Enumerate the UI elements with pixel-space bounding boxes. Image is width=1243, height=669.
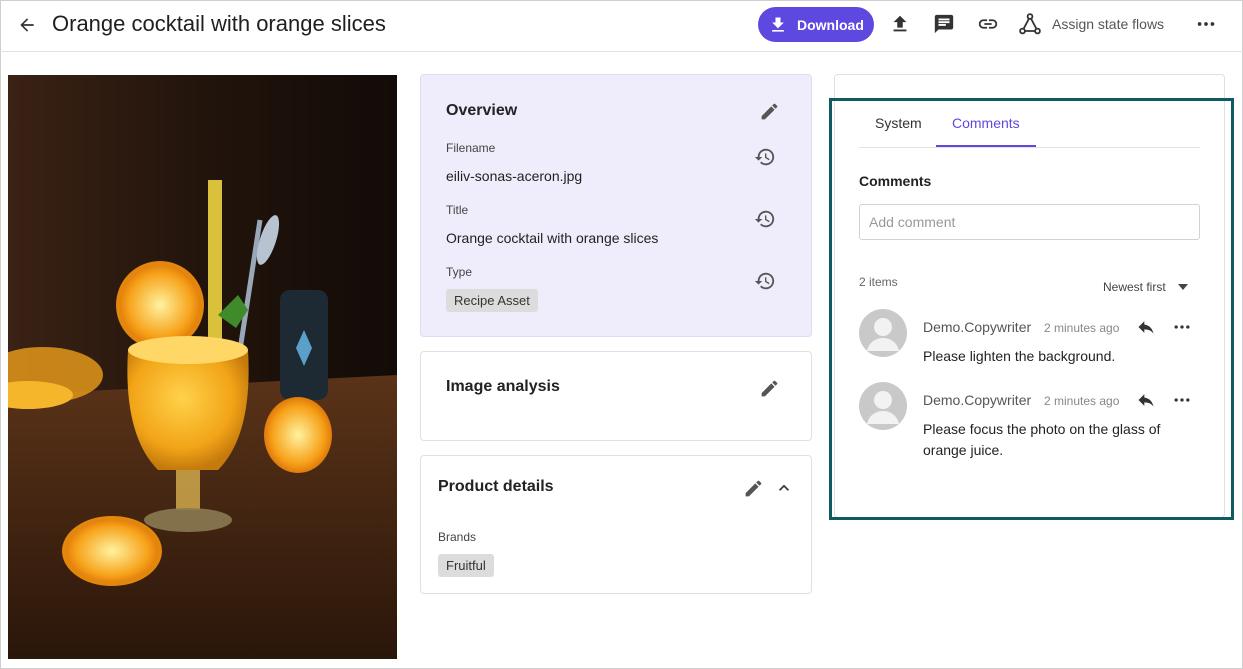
pencil-icon [745,480,761,496]
history-icon [754,272,775,290]
tab-divider [859,147,1200,148]
comment-author[interactable]: Demo.Copywriter [923,319,1031,335]
type-history-button[interactable] [753,269,777,293]
reply-icon [1138,321,1154,334]
comment-text: Please lighten the background. [923,348,1116,364]
type-label: Type [446,265,473,279]
more-horizontal-icon [1174,325,1190,329]
download-label: Download [797,16,864,33]
title-label: Title [446,203,469,217]
filename-value: eiliv-sonas-aceron.jpg [446,168,583,184]
type-chip: Recipe Asset [446,289,538,312]
reply-button[interactable] [1135,316,1157,338]
title-history-button[interactable] [753,207,777,231]
more-actions-button[interactable] [1194,12,1218,36]
assign-state-flows-label: Assign state flows [1052,16,1165,32]
upload-button[interactable] [888,12,912,36]
assign-state-flows-button[interactable]: Assign state flows [1018,11,1164,37]
filename-history-button[interactable] [753,145,777,169]
comment-text: Please focus the photo on the glass of o… [923,421,1161,458]
add-comment-input[interactable] [859,204,1200,240]
comment-time: 2 minutes ago [1044,394,1120,408]
image-analysis-card: Image analysis [420,351,812,441]
comments-section-title: Comments [859,173,932,189]
comment-more-button[interactable] [1171,389,1193,411]
page-header: Orange cocktail with orange slices Downl… [0,0,1243,52]
avatar [859,309,907,357]
upload-icon [893,15,907,32]
filename-label: Filename [446,141,496,155]
reply-icon [1138,394,1154,407]
arrow-left-icon [20,18,34,32]
history-icon [754,210,775,228]
overview-edit-button[interactable] [757,99,781,123]
back-button[interactable] [14,12,40,38]
product-details-edit-button[interactable] [741,476,765,500]
user-icon [867,318,899,351]
more-horizontal-icon [1174,398,1190,402]
brands-chip: Fruitful [438,554,494,577]
overview-card: Overview Filename eiliv-sonas-aceron.jpg… [420,74,812,337]
image-analysis-title: Image analysis [446,378,560,395]
link-button[interactable] [976,12,1000,36]
reply-button[interactable] [1135,389,1157,411]
user-icon [867,391,899,424]
download-button[interactable]: Download [758,7,874,42]
product-details-title: Product details [438,478,554,495]
active-tab-indicator [936,145,1036,147]
product-details-card: Product details Brands Fruitful [420,455,812,594]
pencil-icon [761,103,777,119]
overview-title: Overview [446,102,518,119]
workflow-icon [1019,13,1041,35]
caret-down-icon [1177,284,1188,290]
title-value: Orange cocktail with orange slices [446,230,659,246]
download-icon [772,17,784,32]
avatar [859,382,907,430]
comment-icon [934,14,954,34]
comments-button[interactable] [932,12,956,36]
comment-time: 2 minutes ago [1044,321,1120,335]
tab-system[interactable]: System [875,115,922,131]
more-horizontal-icon [1197,22,1215,26]
page-title: Orange cocktail with orange slices [52,11,386,36]
pencil-icon [761,380,777,396]
sort-label: Newest first [1103,280,1166,294]
chevron-up-icon [779,484,789,491]
asset-image [8,75,397,659]
sort-dropdown[interactable]: Newest first [1103,280,1188,294]
comment-more-button[interactable] [1171,316,1193,338]
brands-label: Brands [438,530,477,544]
product-details-collapse-button[interactable] [772,476,796,500]
history-icon [754,148,775,166]
image-analysis-edit-button[interactable] [757,376,781,400]
comment-author[interactable]: Demo.Copywriter [923,392,1031,408]
comment-count: 2 items [859,275,898,289]
link-icon [978,19,998,29]
tab-comments[interactable]: Comments [952,115,1020,131]
